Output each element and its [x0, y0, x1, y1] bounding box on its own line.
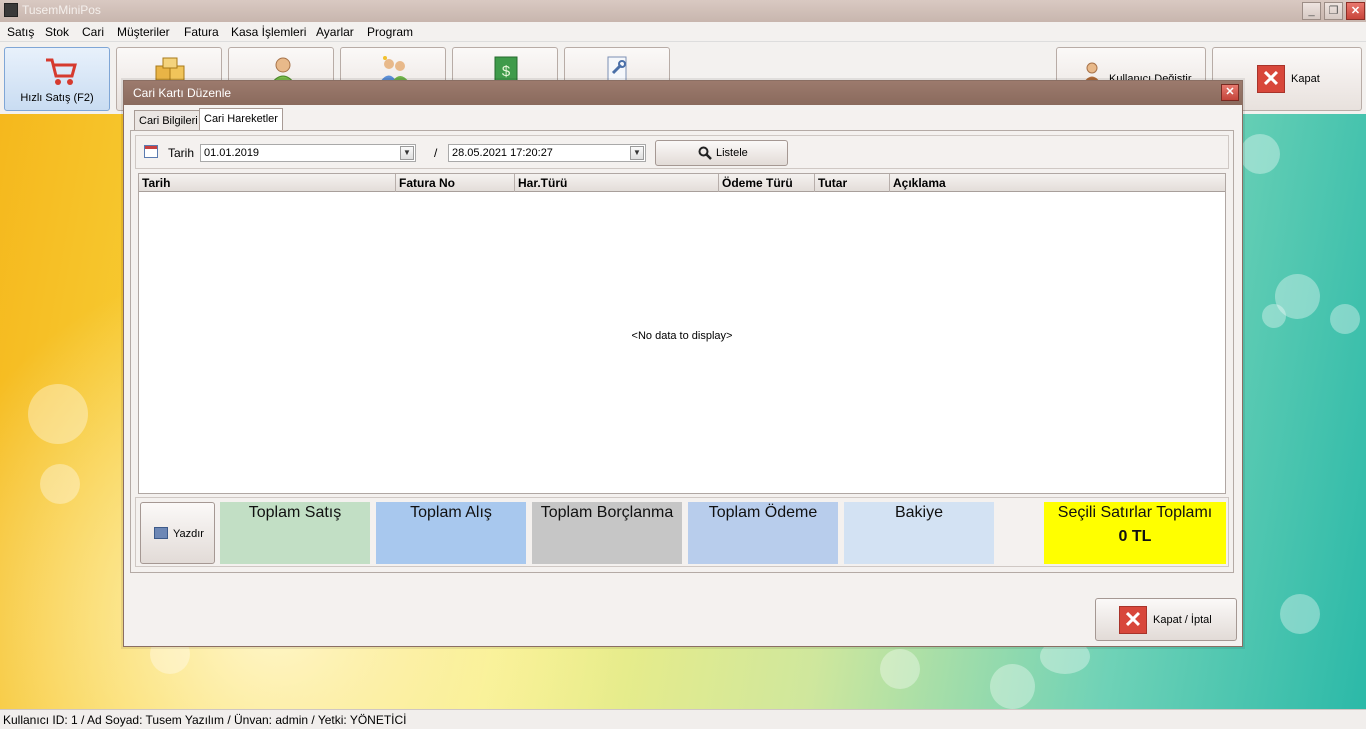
toplam-odeme-box: Toplam Ödeme — [688, 502, 838, 564]
date-to-value: 28.05.2021 17:20:27 — [452, 147, 553, 159]
printer-icon — [154, 527, 168, 539]
listele-label: Listele — [716, 147, 748, 159]
toplam-borclanma-label: Toplam Borçlanma — [540, 504, 674, 521]
date-filter-bar: Tarih 01.01.2019 ▼ / 28.05.2021 17:20:27… — [135, 135, 1229, 169]
toplam-satis-box: Toplam Satış — [220, 502, 370, 564]
column-aciklama[interactable]: Açıklama — [890, 174, 1225, 192]
kapat-iptal-button[interactable]: ✕ Kapat / İptal — [1095, 598, 1237, 641]
listele-button[interactable]: Listele — [655, 140, 788, 166]
secili-satirlar-value: 0 TL — [1118, 528, 1152, 545]
calendar-icon — [144, 145, 158, 158]
dialog-close-icon[interactable]: ✕ — [1221, 84, 1239, 101]
menu-bar: Satış Stok Cari Müşteriler Fatura Kasa İ… — [0, 22, 1366, 42]
toplam-alis-box: Toplam Alış — [376, 502, 526, 564]
user-switch-icon — [1084, 62, 1100, 82]
cari-karti-dialog: Cari Kartı Düzenle ✕ Cari Bilgileri Cari… — [123, 80, 1243, 647]
secili-satirlar-label: Seçili Satırlar Toplamı — [1057, 504, 1213, 521]
toplam-alis-label: Toplam Alış — [410, 504, 492, 521]
dialog-titlebar: Cari Kartı Düzenle ✕ — [124, 81, 1242, 105]
column-tarih[interactable]: Tarih — [139, 174, 396, 192]
window-title: TusemMiniPos — [22, 3, 101, 17]
bakiye-box: Bakiye — [844, 502, 994, 564]
secili-satirlar-box: Seçili Satırlar Toplamı 0 TL — [1044, 502, 1226, 564]
close-x-icon: ✕ — [1119, 606, 1147, 634]
svg-text:$: $ — [502, 63, 511, 80]
date-from-input[interactable]: 01.01.2019 ▼ — [200, 144, 416, 162]
menu-stok[interactable]: Stok — [45, 25, 69, 39]
menu-satis[interactable]: Satış — [7, 25, 34, 39]
tarih-label: Tarih — [168, 146, 195, 160]
column-fatura-no[interactable]: Fatura No — [396, 174, 515, 192]
yazdir-label: Yazdır — [173, 528, 204, 540]
close-x-icon: ✕ — [1257, 65, 1285, 93]
toplam-odeme-label: Toplam Ödeme — [708, 504, 818, 521]
no-data-message: <No data to display> — [631, 330, 733, 342]
yazdir-button[interactable]: Yazdır — [140, 502, 215, 564]
app-icon — [4, 3, 18, 17]
toplam-borclanma-box: Toplam Borçlanma — [532, 502, 682, 564]
bakiye-label: Bakiye — [894, 504, 944, 521]
date-from-value: 01.01.2019 — [204, 147, 260, 159]
kapat-label: Kapat — [1291, 73, 1320, 85]
date-separator: / — [434, 146, 438, 160]
minimize-icon[interactable]: _ — [1302, 2, 1321, 20]
summary-bar: Yazdır Toplam Satış Toplam Alış Toplam B… — [135, 497, 1229, 567]
hizli-satis-button[interactable]: Hızlı Satış (F2) — [4, 47, 110, 111]
hizli-satis-label: Hızlı Satış (F2) — [20, 92, 94, 104]
cari-hareketler-panel: Tarih 01.01.2019 ▼ / 28.05.2021 17:20:27… — [130, 130, 1234, 573]
search-icon — [698, 146, 712, 160]
close-icon[interactable]: ✕ — [1346, 2, 1365, 20]
chevron-down-icon[interactable]: ▼ — [630, 146, 644, 160]
menu-fatura[interactable]: Fatura — [184, 25, 219, 39]
chevron-down-icon[interactable]: ▼ — [400, 146, 414, 160]
kapat-iptal-label: Kapat / İptal — [1153, 614, 1212, 626]
status-text: Kullanıcı ID: 1 / Ad Soyad: Tusem Yazılı… — [3, 713, 407, 727]
status-bar: Kullanıcı ID: 1 / Ad Soyad: Tusem Yazılı… — [0, 709, 1366, 729]
tab-cari-hareketler[interactable]: Cari Hareketler — [199, 108, 283, 130]
hareket-grid[interactable]: Tarih Fatura No Har.Türü Ödeme Türü Tuta… — [138, 173, 1226, 494]
column-tutar[interactable]: Tutar — [815, 174, 890, 192]
grid-header: Tarih Fatura No Har.Türü Ödeme Türü Tuta… — [139, 174, 1225, 192]
window-titlebar: TusemMiniPos _ ❐ ✕ — [0, 0, 1366, 22]
toplam-satis-label: Toplam Satış — [248, 504, 342, 521]
menu-cari[interactable]: Cari — [82, 25, 104, 39]
dialog-title: Cari Kartı Düzenle — [133, 86, 232, 100]
column-har-turu[interactable]: Har.Türü — [515, 174, 719, 192]
menu-kasa-islemleri[interactable]: Kasa İşlemleri — [231, 25, 306, 39]
column-odeme-turu[interactable]: Ödeme Türü — [719, 174, 815, 192]
shopping-cart-icon — [46, 58, 77, 85]
date-to-input[interactable]: 28.05.2021 17:20:27 ▼ — [448, 144, 646, 162]
menu-ayarlar[interactable]: Ayarlar — [316, 25, 354, 39]
restore-icon[interactable]: ❐ — [1324, 2, 1343, 20]
tab-cari-bilgileri[interactable]: Cari Bilgileri — [134, 110, 203, 130]
menu-program[interactable]: Program — [367, 25, 413, 39]
menu-musteriler[interactable]: Müşteriler — [117, 25, 170, 39]
